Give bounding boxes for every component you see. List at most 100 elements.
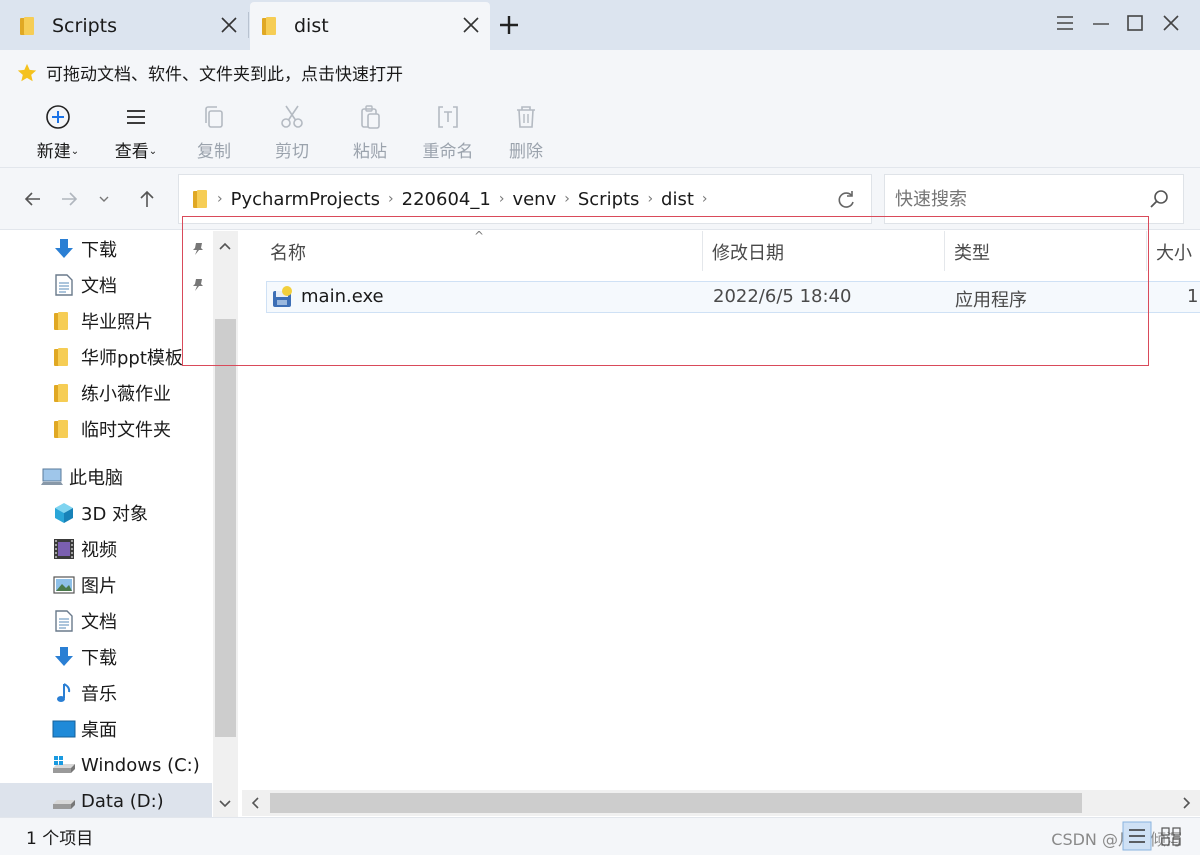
copy-icon	[205, 106, 223, 128]
cut-button[interactable]: 剪切	[260, 103, 324, 162]
sidebar-item-pictures[interactable]: 图片	[0, 567, 212, 603]
search-box[interactable]	[884, 174, 1184, 224]
sidebar-item-videos[interactable]: 视频	[0, 531, 212, 567]
details-view-icon[interactable]	[1122, 820, 1152, 852]
sidebar-item-3d-objects[interactable]: 3D 对象	[0, 495, 212, 531]
menu-icon[interactable]	[1054, 12, 1076, 34]
scroll-left-icon[interactable]	[248, 795, 264, 811]
column-name[interactable]: 名称	[270, 239, 306, 265]
breadcrumb-pycharmprojects[interactable]: PycharmProjects	[231, 189, 380, 210]
sidebar-item-label: 华师ppt模板	[81, 348, 183, 369]
paste-label: 粘贴	[353, 142, 387, 162]
column-divider[interactable]	[702, 231, 703, 271]
file-row[interactable]: main.exe 2022/6/5 18:40 应用程序 1	[266, 281, 1200, 313]
tab-scripts[interactable]: Scripts	[0, 2, 248, 50]
sidebar-item-drive-d[interactable]: Data (D:)	[0, 783, 212, 817]
column-type[interactable]: 类型	[954, 239, 990, 265]
new-tab-plus-icon[interactable]	[496, 12, 522, 38]
chevron-right-icon: ›	[217, 191, 223, 207]
sidebar-item-documents[interactable]: 文档	[0, 267, 212, 303]
up-arrow-icon[interactable]	[136, 188, 158, 210]
column-size[interactable]: 大小	[1156, 239, 1192, 265]
thumbnail-view-icon[interactable]	[1156, 820, 1186, 852]
drive-c-icon	[53, 756, 75, 773]
folder-icon	[54, 311, 78, 335]
close-tab-icon[interactable]	[218, 14, 240, 36]
computer-icon	[41, 468, 63, 485]
search-input[interactable]	[895, 188, 1135, 210]
navigation-pane[interactable]: 下载 文档 毕业照片 华师ppt模板 练小薇作业 临时文件夹 此电脑 3D 对象…	[0, 231, 238, 817]
tab-label: Scripts	[52, 15, 118, 37]
column-divider[interactable]	[944, 231, 945, 271]
scroll-down-icon[interactable]	[217, 795, 233, 811]
scroll-up-icon[interactable]	[217, 239, 233, 255]
sidebar-item-drive-c[interactable]: Windows (C:)	[0, 747, 212, 783]
favorites-hint: 可拖动文档、软件、文件夹到此，点击快速打开	[46, 65, 403, 85]
scrollbar-thumb[interactable]	[215, 319, 236, 737]
exe-file-icon	[273, 286, 292, 307]
column-divider[interactable]	[1146, 231, 1147, 271]
copy-button[interactable]: 复制	[182, 103, 246, 162]
chevron-right-icon[interactable]: ›	[702, 191, 708, 207]
back-arrow-icon[interactable]	[22, 188, 44, 210]
sidebar-item-label: 下载	[81, 240, 117, 261]
maximize-icon[interactable]	[1124, 12, 1146, 34]
star-icon	[17, 63, 37, 81]
sidebar-item-pc-documents[interactable]: 文档	[0, 603, 212, 639]
breadcrumb-scripts[interactable]: Scripts	[578, 189, 640, 210]
address-bar[interactable]: › PycharmProjects › 220604_1 › venv › Sc…	[178, 174, 872, 224]
paste-icon	[361, 105, 380, 129]
rename-button[interactable]: 重命名	[416, 103, 480, 162]
sidebar-item-graduation-photos[interactable]: 毕业照片	[0, 303, 212, 339]
sidebar-item-pc-downloads[interactable]: 下载	[0, 639, 212, 675]
sidebar-item-label: 下载	[81, 648, 117, 669]
sidebar-item-ppt-templates[interactable]: 华师ppt模板	[0, 339, 212, 375]
folder-icon	[54, 347, 78, 371]
sidebar-item-music[interactable]: 音乐	[0, 675, 212, 711]
favorites-bar[interactable]: 可拖动文档、软件、文件夹到此，点击快速打开	[0, 50, 1200, 95]
close-window-icon[interactable]	[1160, 12, 1182, 34]
folder-icon	[54, 419, 78, 443]
paste-button[interactable]: 粘贴	[338, 103, 402, 162]
chevron-right-icon[interactable]: ›	[499, 191, 505, 207]
breadcrumb-venv[interactable]: venv	[512, 189, 556, 210]
music-icon	[57, 683, 71, 702]
chevron-right-icon[interactable]: ›	[388, 191, 394, 207]
tab-divider	[248, 12, 249, 38]
file-list[interactable]: ^ 名称 修改日期 类型 大小 main.exe 2022/6/5 18:40 …	[242, 229, 1200, 817]
new-label: 新建	[36, 142, 71, 162]
sidebar-item-homework[interactable]: 练小薇作业	[0, 375, 212, 411]
close-tab-icon[interactable]	[460, 14, 482, 36]
chevron-right-icon[interactable]: ›	[647, 191, 653, 207]
sidebar-item-desktop[interactable]: 桌面	[0, 711, 212, 747]
nav-vertical-scrollbar[interactable]	[213, 231, 238, 817]
sidebar-item-this-pc[interactable]: 此电脑	[0, 459, 212, 495]
forward-arrow-icon[interactable]	[58, 188, 80, 210]
delete-button[interactable]: 删除	[494, 103, 558, 162]
scrollbar-thumb[interactable]	[270, 793, 1082, 813]
sidebar-item-label: 桌面	[81, 720, 117, 741]
pin-icon[interactable]	[190, 277, 206, 293]
address-row: › PycharmProjects › 220604_1 › venv › Sc…	[0, 168, 1200, 230]
breadcrumb-dist[interactable]: dist	[661, 189, 694, 210]
refresh-icon[interactable]	[835, 189, 857, 211]
new-button[interactable]: 新建⌄	[26, 103, 90, 162]
video-icon	[54, 539, 74, 559]
pin-icon[interactable]	[190, 241, 206, 257]
tab-dist[interactable]: dist	[250, 2, 490, 50]
recent-chevron-down-icon[interactable]	[96, 188, 112, 210]
column-date-modified[interactable]: 修改日期	[712, 239, 784, 265]
sidebar-item-download[interactable]: 下载	[0, 231, 212, 267]
sidebar-item-label: 文档	[81, 276, 117, 297]
breadcrumb-220604-1[interactable]: 220604_1	[402, 189, 491, 210]
minimize-icon[interactable]	[1090, 12, 1112, 34]
view-button[interactable]: 查看⌄	[104, 103, 168, 162]
sidebar-item-temp-folder[interactable]: 临时文件夹	[0, 411, 212, 447]
sidebar-item-label: 文档	[81, 612, 117, 633]
scroll-right-icon[interactable]	[1178, 795, 1194, 811]
horizontal-scrollbar[interactable]	[242, 790, 1200, 816]
chevron-down-icon: ⌄	[148, 146, 158, 157]
sidebar-item-label: 此电脑	[69, 468, 123, 489]
search-icon[interactable]	[1147, 187, 1171, 211]
chevron-right-icon[interactable]: ›	[564, 191, 570, 207]
